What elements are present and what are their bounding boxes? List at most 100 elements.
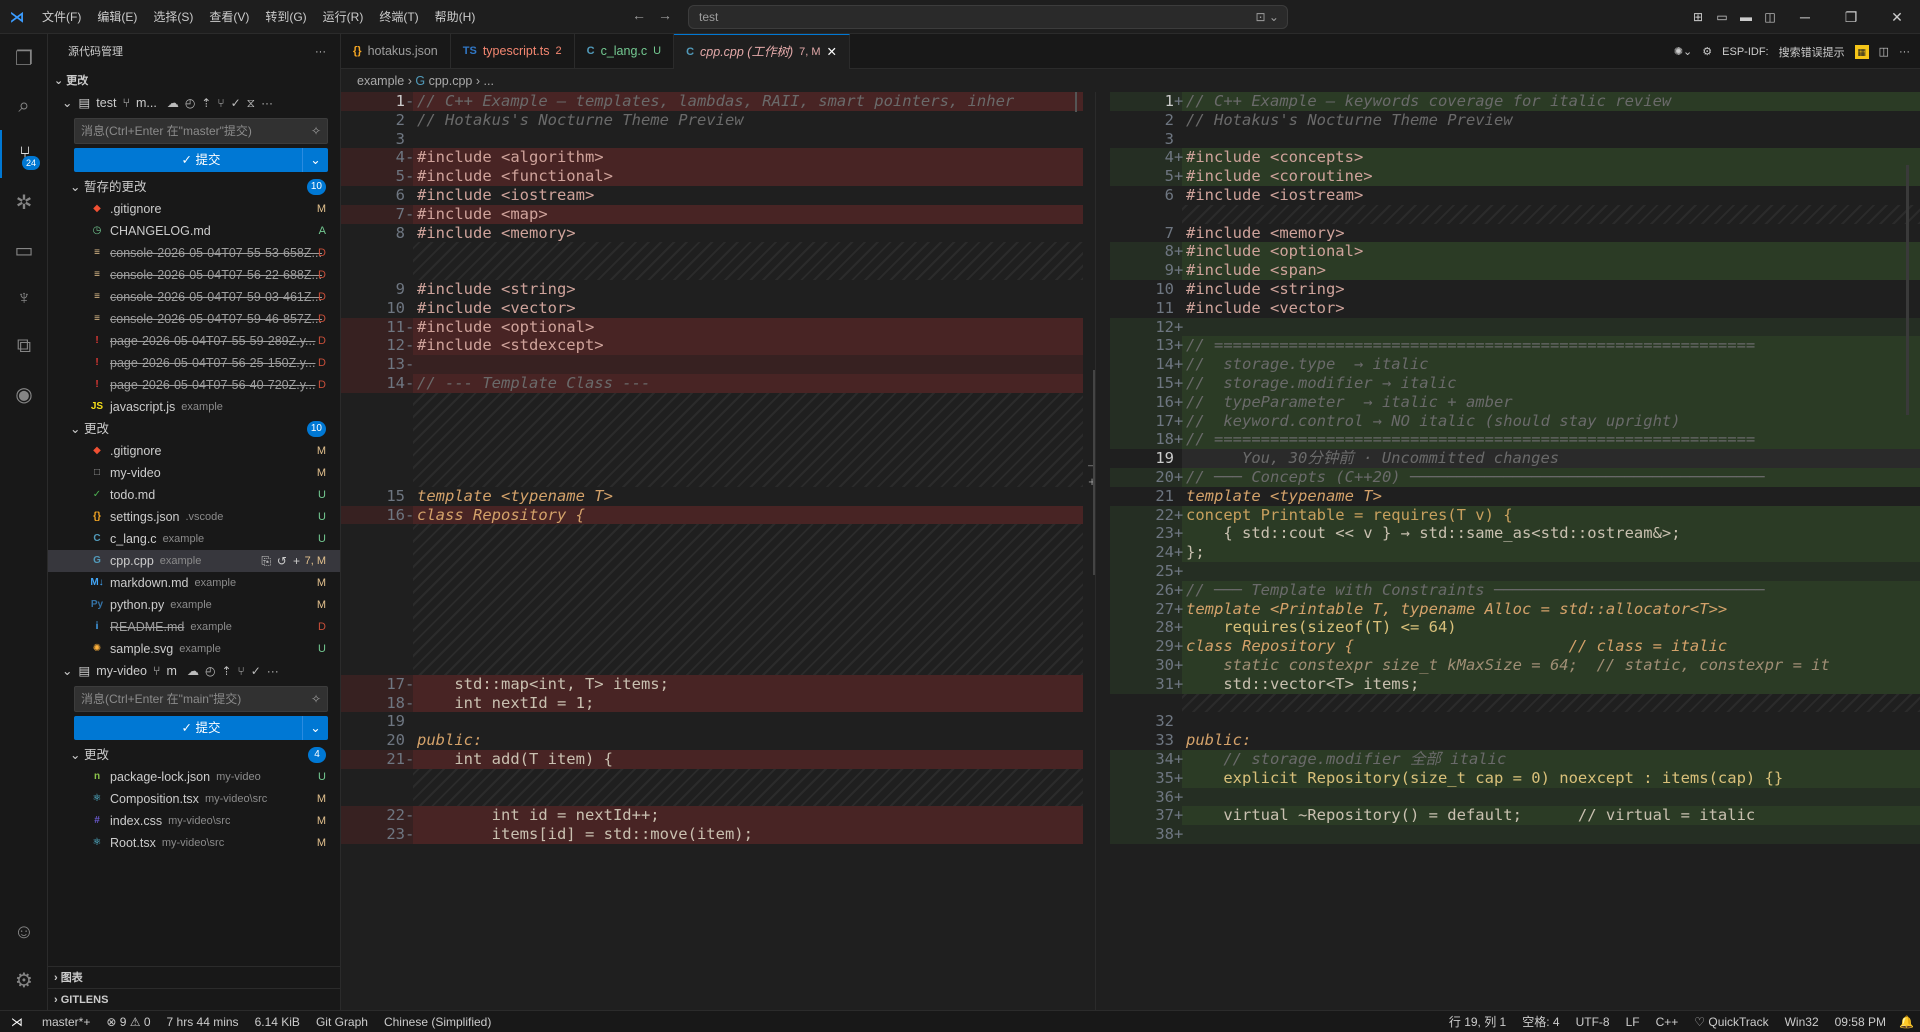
containers-icon[interactable]: ⧉	[0, 322, 48, 370]
sync-icon[interactable]: ☁	[187, 660, 199, 682]
more-actions-icon[interactable]: ···	[315, 34, 326, 70]
file-row[interactable]: ◆ .gitignore M	[48, 440, 340, 462]
extensions-icon[interactable]: ✲	[0, 178, 48, 226]
file-row[interactable]: ◷ CHANGELOG.md A	[48, 220, 340, 242]
settings-gear-icon[interactable]: ⚙	[0, 956, 48, 1004]
file-row[interactable]: ≡ console-2026-05-04T07-55-53-658Z... D	[48, 242, 340, 264]
code-line[interactable]: 7 #include <memory>	[1110, 224, 1920, 243]
file-row[interactable]: # index.css my-video\src M	[48, 810, 340, 832]
branch-action-icon[interactable]: ⑂	[238, 660, 245, 682]
code-line[interactable]: 5- #include <functional>	[341, 167, 1083, 186]
notifications-bell-icon[interactable]: 🔔	[1899, 1011, 1914, 1032]
code-line[interactable]: 34 + // storage.modifier 全部 italic	[1110, 750, 1920, 769]
file-row[interactable]: ≡ console-2026-05-04T07-59-03-461Z... D	[48, 286, 340, 308]
code-line[interactable]: 4- #include <algorithm>	[341, 148, 1083, 168]
code-line[interactable]: 17- std::map<int, T> items;	[341, 674, 1083, 694]
code-line[interactable]: 14-// --- Template Class ---	[341, 374, 1083, 393]
file-row[interactable]: ≡ console-2026-05-04T07-59-46-857Z... D	[48, 308, 340, 330]
code-line[interactable]: 18- int nextId = 1;	[341, 693, 1083, 713]
code-line[interactable]: 13 +// ==================================…	[1110, 336, 1920, 356]
commit-check-icon[interactable]: ✓	[251, 660, 261, 682]
code-line[interactable]: 10 #include <vector>	[341, 299, 1083, 318]
file-row[interactable]: □ my-video M	[48, 462, 340, 484]
open-file-icon[interactable]: ⎘	[261, 550, 271, 572]
code-line[interactable]: 1-// C++ Example — templates, lambdas, R…	[341, 92, 1083, 111]
sync-icon[interactable]: ☁	[167, 92, 179, 114]
code-line[interactable]: 2 // Hotakus's Nocturne Theme Preview	[341, 111, 1083, 130]
problems-status[interactable]: ⊗ 9 ⚠ 0	[98, 1011, 158, 1032]
editor-tab[interactable]: TS typescript.ts 2	[451, 34, 575, 69]
toggle-sidebar-icon[interactable]: ▭	[1710, 10, 1734, 24]
repo-my-video[interactable]: ⌄ ▤ my-video ⑂ m ☁ ◴ ⇡ ⑂ ✓ ···	[48, 660, 340, 682]
code-line[interactable]: 5 + #include <coroutine>	[1110, 167, 1920, 186]
remote-indicator-icon[interactable]: ⋊	[0, 1011, 34, 1032]
gitlens-panel-header[interactable]: › GITLENS	[48, 988, 340, 1010]
code-line[interactable]: 25 +	[1110, 562, 1920, 581]
branch-action-icon[interactable]: ⑂	[217, 92, 224, 114]
sparkle-icon[interactable]: ✧	[311, 687, 321, 711]
push-icon[interactable]: ⇡	[221, 660, 231, 682]
file-row[interactable]: ⚛ Composition.tsx my-video\src M	[48, 788, 340, 810]
code-line[interactable]: 36 +	[1110, 787, 1920, 807]
code-line[interactable]: 15 template <typename T>	[341, 487, 1083, 506]
explorer-icon[interactable]: ❐	[0, 34, 48, 82]
code-line[interactable]: 8 #include <memory>	[341, 224, 1083, 243]
push-icon[interactable]: ⇡	[201, 92, 211, 114]
code-line[interactable]: 32	[1110, 712, 1920, 731]
more-icon[interactable]: ···	[267, 660, 279, 682]
more-icon[interactable]: ···	[261, 92, 273, 114]
language-mode[interactable]: C++	[1648, 1011, 1687, 1032]
code-line[interactable]: 30 + static constexpr size_t kMaxSize = 6…	[1110, 656, 1920, 675]
code-line[interactable]: 6 #include <iostream>	[341, 186, 1083, 205]
language-pack-status[interactable]: Chinese (Simplified)	[376, 1011, 499, 1032]
code-line[interactable]: 24 +};	[1110, 543, 1920, 562]
clock[interactable]: 09:58 PM	[1827, 1011, 1894, 1032]
back-arrow-icon[interactable]: ←	[632, 7, 646, 23]
menu-item[interactable]: 选择(S)	[145, 0, 201, 34]
indentation[interactable]: 空格: 4	[1514, 1011, 1567, 1032]
code-line[interactable]: 27 + template <Printable T, typename Alloc…	[1110, 599, 1920, 619]
code-line[interactable]: 9 #include <string>	[341, 280, 1083, 299]
code-line[interactable]: 16 +// typeParameter → italic + amber	[1110, 392, 1920, 412]
graph-icon[interactable]: ⧖	[247, 92, 255, 114]
file-row[interactable]: ! page-2026-05-04T07-56-25-150Z.y... D	[48, 352, 340, 374]
code-line[interactable]: 28 + requires(sizeof(T) <= 64)	[1110, 618, 1920, 638]
file-row[interactable]: i README.md example D	[48, 616, 340, 638]
commit-button[interactable]: ✓ 提交 ⌄	[74, 716, 328, 740]
staged-changes-group[interactable]: ⌄ 暂存的更改 10	[48, 176, 340, 198]
next-change-icon[interactable]: →	[1083, 455, 1101, 473]
code-line[interactable]: 17 +// keyword.control → NO italic (shoul…	[1110, 411, 1920, 431]
code-line[interactable]: 21 template <typename T>	[1110, 487, 1920, 506]
file-row[interactable]: ! page-2026-05-04T07-55-59-289Z.y... D	[48, 330, 340, 352]
file-row[interactable]: JS javascript.js example	[48, 396, 340, 418]
search-icon[interactable]: ⌕	[0, 82, 48, 130]
commit-check-icon[interactable]: ✓	[231, 92, 241, 114]
code-line[interactable]: 15 +// storage.modifier → italic	[1110, 374, 1920, 393]
history-icon[interactable]: ◴	[205, 660, 215, 682]
source-control-icon[interactable]: ⑂ 24	[0, 130, 48, 178]
code-line[interactable]: 13-	[341, 355, 1083, 374]
code-line[interactable]: 16- class Repository {	[341, 505, 1083, 525]
file-row[interactable]: n package-lock.json my-video U	[48, 766, 340, 788]
scrollbar-thumb[interactable]	[1093, 370, 1095, 575]
commit-button[interactable]: ✓ 提交 ⌄	[74, 148, 328, 172]
file-row[interactable]: ⚛ Root.tsx my-video\src M	[48, 832, 340, 854]
quicktrack-status[interactable]: ♡ QuickTrack	[1686, 1011, 1776, 1032]
code-line[interactable]: 8 + #include <optional>	[1110, 242, 1920, 262]
code-line[interactable]: 12 +	[1110, 317, 1920, 337]
menu-item[interactable]: 编辑(E)	[89, 0, 145, 34]
diff-original-editor[interactable]: 1 - // C++ Example — templates, lambdas, R…	[341, 92, 1083, 1010]
sparkle-icon[interactable]: ✧	[311, 119, 321, 143]
forward-arrow-icon[interactable]: →	[658, 7, 672, 23]
overview-ruler[interactable]	[1906, 165, 1909, 415]
code-line[interactable]: 11- #include <optional>	[341, 317, 1083, 337]
code-line[interactable]: 20 +// ─── Concepts (C++20) ─────────────…	[1110, 468, 1920, 487]
time-tracker[interactable]: 7 hrs 44 mins	[159, 1011, 247, 1032]
diff-divider[interactable]	[1095, 92, 1096, 1010]
platform-status[interactable]: Win32	[1777, 1011, 1827, 1032]
menu-item[interactable]: 帮助(H)	[427, 0, 484, 34]
search-error-hint[interactable]: 搜索错误提示	[1779, 44, 1845, 60]
code-line[interactable]: 33 public:	[1110, 731, 1920, 750]
code-line[interactable]: 18 +// ==================================…	[1110, 430, 1920, 450]
breadcrumb-folder[interactable]: example	[357, 74, 404, 88]
